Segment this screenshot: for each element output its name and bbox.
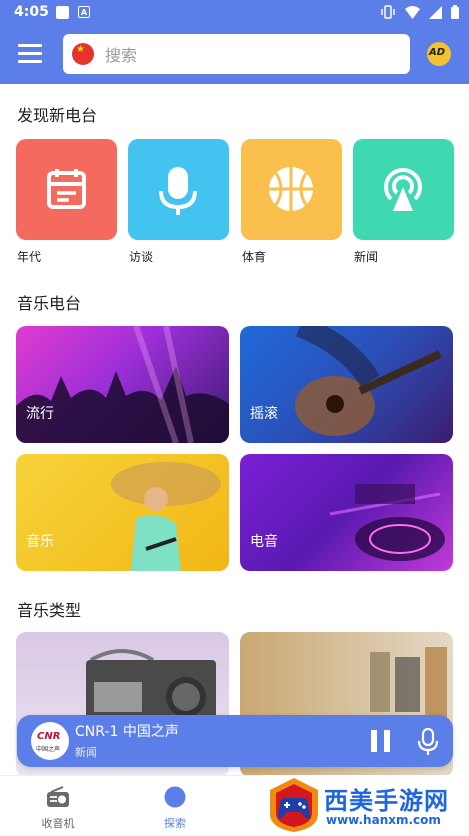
- category-news-card[interactable]: [353, 139, 454, 240]
- station-logo: CNR 中国之声: [31, 722, 69, 760]
- category-news-label: 新闻: [354, 250, 379, 264]
- category-era-card[interactable]: [16, 139, 117, 240]
- mini-player[interactable]: CNR 中国之声 CNR-1 中国之声 新闻: [17, 715, 453, 767]
- section-title-music-radio: 音乐电台: [17, 294, 82, 313]
- china-flag-icon[interactable]: [72, 43, 94, 65]
- remove-ads-button[interactable]: AD: [427, 42, 451, 66]
- status-bar: 4:05 A: [0, 0, 469, 26]
- calendar-icon: [47, 169, 86, 209]
- search-input[interactable]: [103, 42, 397, 68]
- music-tile-music[interactable]: 音乐: [16, 454, 229, 571]
- watermark-gamepad-logo: [270, 778, 318, 832]
- signal-icon: [429, 5, 442, 19]
- dj-turntable-image: [329, 484, 445, 561]
- woman-headphones-image: [111, 462, 221, 571]
- search-bar[interactable]: [63, 34, 410, 74]
- category-sports-card[interactable]: [241, 139, 342, 240]
- broadcast-icon: [384, 167, 422, 211]
- category-interview-label: 访谈: [129, 250, 154, 264]
- wifi-icon: [405, 5, 420, 19]
- app-bar: AD: [0, 26, 469, 84]
- voice-search-mic-icon[interactable]: [417, 728, 439, 756]
- battery-icon: [451, 5, 459, 19]
- nav-item-radio[interactable]: 收音机: [23, 786, 93, 831]
- ad-label: AD: [429, 47, 446, 58]
- menu-icon[interactable]: [18, 44, 42, 64]
- radio-icon: [47, 786, 69, 807]
- vibrate-icon: [381, 5, 395, 19]
- basketball-icon: [269, 167, 313, 211]
- player-subtitle: 新闻: [75, 746, 97, 759]
- status-time: 4:05: [14, 4, 49, 20]
- nav-label-explore: 探索: [164, 817, 186, 830]
- guitar-image: [295, 326, 442, 436]
- music-tile-electronic[interactable]: 电音: [240, 454, 453, 571]
- pause-icon: [371, 730, 377, 752]
- category-interview-card[interactable]: [128, 139, 229, 240]
- music-tile-pop-label: 流行: [26, 406, 54, 422]
- station-logo-text: CNR: [37, 731, 61, 742]
- station-logo-subtext: 中国之声: [36, 746, 61, 753]
- section-title-music-types: 音乐类型: [17, 601, 82, 620]
- microphone-icon: [159, 167, 197, 215]
- category-sports-label: 体育: [242, 250, 267, 264]
- compass-icon: [164, 786, 186, 808]
- concert-crowd-image: [16, 326, 229, 443]
- music-tile-pop[interactable]: 流行: [16, 326, 229, 443]
- nav-item-explore[interactable]: 探索: [140, 786, 210, 831]
- music-tile-rock[interactable]: 摇滚: [240, 326, 453, 443]
- watermark-url: www.hanxm.com: [326, 813, 441, 827]
- music-tile-rock-label: 摇滚: [250, 406, 278, 422]
- pause-button[interactable]: [371, 730, 391, 752]
- watermark: 西美手游网 www.hanxm.com: [262, 775, 469, 835]
- section-title-discover: 发现新电台: [17, 106, 98, 125]
- notification-icon: [56, 6, 69, 19]
- music-tile-music-label: 音乐: [26, 534, 54, 550]
- notification-a-icon: A: [78, 6, 90, 18]
- watermark-text: 西美手游网: [324, 787, 449, 815]
- player-title: CNR-1 中国之声: [75, 724, 179, 740]
- music-tile-electronic-label: 电音: [250, 534, 278, 550]
- nav-label-radio: 收音机: [41, 817, 75, 830]
- category-era-label: 年代: [17, 250, 42, 264]
